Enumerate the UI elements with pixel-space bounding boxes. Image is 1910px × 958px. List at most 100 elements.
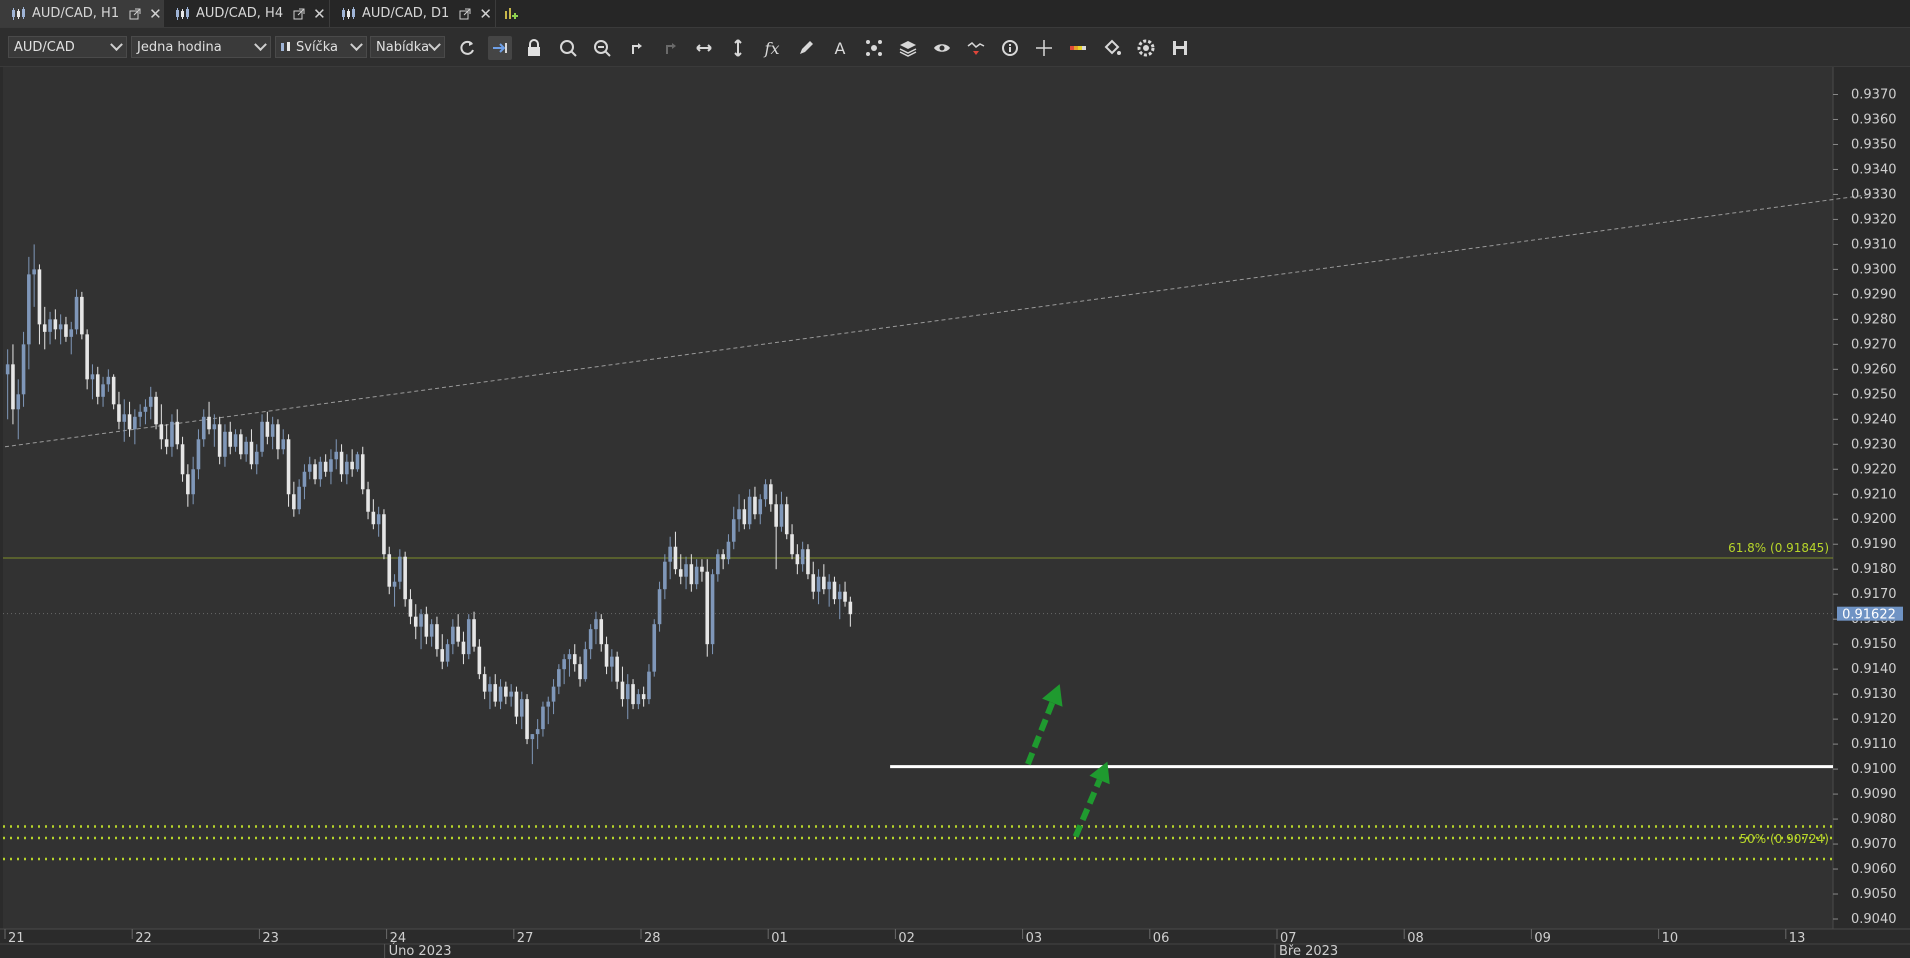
eye-icon[interactable] (930, 36, 954, 60)
price-chart[interactable]: 61.8% (0.91845) 50% (0.90724) 0.9370 0.936… (0, 67, 1910, 958)
candle-body (514, 691, 519, 717)
candle-body (843, 591, 847, 602)
indicators-icon[interactable]: fx (760, 36, 784, 60)
y-tick-label: 0.9150 (1851, 637, 1897, 652)
candle-body (196, 439, 201, 470)
horizontal-scale-icon[interactable] (692, 36, 716, 60)
instrument-value: AUD/CAD (14, 39, 75, 55)
candle-body (721, 554, 725, 560)
y-tick-label: 0.9040 (1851, 912, 1897, 927)
close-icon[interactable]: ✕ (479, 5, 492, 23)
candle-body (159, 424, 164, 440)
candle-body (578, 664, 582, 680)
current-price-label: 0.91622 (1842, 608, 1896, 623)
candle-body (588, 629, 593, 650)
candle-body (726, 541, 731, 560)
candle-body (800, 549, 805, 565)
chevron-down-icon (254, 38, 267, 52)
candle-body (37, 269, 42, 325)
autoscroll-icon[interactable] (488, 36, 512, 60)
paint-bucket-icon[interactable] (1100, 36, 1124, 60)
tab-aud-cad-h4[interactable]: AUD/CAD, H4 ✕ (164, 0, 330, 27)
fib-level-label: 50% (0.90724) (1740, 832, 1829, 846)
candle-body (355, 454, 360, 470)
candle-body (451, 626, 455, 645)
new-chart-icon[interactable] (503, 5, 519, 21)
layers-icon[interactable] (896, 36, 920, 60)
y-tick-label: 0.9280 (1851, 312, 1897, 327)
tab-bar: AUD/CAD, H1 ✕ AUD/CAD, H4 ✕ AUD/CAD, D1 … (0, 0, 1910, 28)
y-tick-label: 0.9130 (1851, 687, 1897, 702)
candle-body (376, 514, 381, 525)
lock-icon[interactable] (522, 36, 546, 60)
crosshair-icon[interactable] (1032, 36, 1056, 60)
instrument-select[interactable]: AUD/CAD (8, 36, 127, 58)
candle-body (583, 649, 588, 680)
y-tick-label: 0.9190 (1851, 537, 1897, 552)
popout-icon[interactable] (129, 8, 141, 20)
candle-body (504, 686, 508, 697)
candle-body (95, 374, 100, 397)
text-icon[interactable]: A (828, 36, 852, 60)
candle-body (313, 464, 317, 480)
close-icon[interactable]: ✕ (313, 5, 326, 23)
candle-body (790, 534, 794, 555)
candle-body (286, 439, 291, 495)
candle-body (663, 561, 667, 590)
candle-body (594, 619, 598, 630)
candle-body (604, 644, 609, 667)
signals-icon[interactable] (964, 36, 988, 60)
y-tick-label: 0.9240 (1851, 412, 1897, 427)
zoom-in-icon[interactable] (556, 36, 580, 60)
objects-icon[interactable] (862, 36, 886, 60)
candle-body (631, 684, 635, 705)
pencil-icon[interactable] (794, 36, 818, 60)
candle-body (673, 546, 678, 570)
candle-body (684, 564, 688, 577)
popout-icon[interactable] (293, 8, 305, 20)
candle-body (74, 296, 79, 330)
tab-aud-cad-d1[interactable]: AUD/CAD, D1 ✕ (330, 0, 496, 27)
month-label: Bře 2023 (1279, 944, 1338, 958)
refresh-icon[interactable] (455, 36, 479, 60)
vertical-scale-icon[interactable] (726, 36, 750, 60)
candle-body (742, 509, 747, 525)
candle-body (186, 474, 190, 495)
price-side-value: Nabídka (376, 39, 430, 55)
candle-body (716, 554, 720, 575)
fib-level-label: 61.8% (0.91845) (1728, 541, 1829, 555)
candle-body (170, 421, 174, 447)
candle-body (445, 644, 450, 662)
y-tick-label: 0.9310 (1851, 237, 1897, 252)
redo-icon[interactable] (658, 36, 682, 60)
undo-icon[interactable] (624, 36, 648, 60)
y-tick-label: 0.9320 (1851, 212, 1897, 227)
close-icon[interactable]: ✕ (149, 5, 162, 23)
chart-type-select[interactable]: Svíčka (275, 36, 367, 58)
zoom-out-icon[interactable] (590, 36, 614, 60)
popout-icon[interactable] (459, 8, 471, 20)
info-icon[interactable] (998, 36, 1022, 60)
candle-body (747, 496, 752, 525)
candle-body (546, 701, 551, 707)
period-select[interactable]: Jedna hodina (131, 36, 271, 58)
candle-body (69, 329, 74, 337)
candle-body (668, 546, 672, 562)
candle-body (806, 549, 810, 575)
settings-icon[interactable] (1134, 36, 1158, 60)
candle-body (551, 686, 556, 702)
chart-area[interactable]: 61.8% (0.91845) 50% (0.90724) 0.9370 0.936… (0, 67, 1910, 958)
candle-body (138, 411, 142, 417)
candle-body (360, 454, 365, 490)
theme-icon[interactable] (1066, 36, 1090, 60)
tab-aud-cad-h1[interactable]: AUD/CAD, H1 ✕ (0, 0, 164, 27)
candle-body (535, 729, 540, 735)
candle-body (233, 434, 238, 447)
candle-body (392, 581, 397, 587)
save-icon[interactable] (1168, 36, 1192, 60)
candle-body (615, 656, 619, 682)
price-side-select[interactable]: Nabídka (370, 36, 445, 58)
candle-body (530, 734, 535, 740)
candle-body (472, 619, 476, 647)
candle-body (345, 461, 349, 475)
